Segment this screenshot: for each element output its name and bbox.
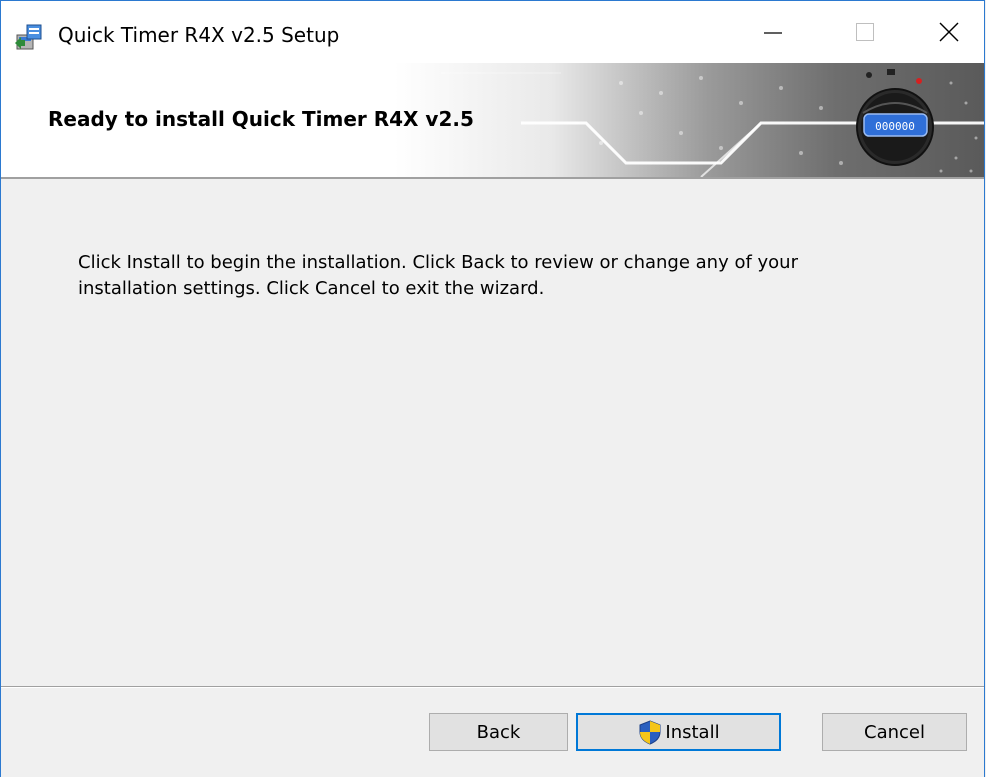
close-icon [939, 22, 959, 42]
title-bar[interactable]: Quick Timer R4X v2.5 Setup [1, 1, 984, 63]
svg-text:000000: 000000 [875, 120, 915, 133]
close-button[interactable] [903, 1, 984, 63]
install-button[interactable]: Install [576, 713, 781, 751]
instructions-line-2: installation settings. Click Cancel to e… [78, 278, 545, 299]
back-button[interactable]: Back [429, 713, 568, 751]
install-button-label: Install [665, 721, 720, 743]
minimize-icon [764, 32, 782, 34]
instructions-line-1: Click Install to begin the installation.… [78, 252, 798, 273]
stopwatch-icon: 000000 [856, 69, 934, 166]
instructions-text: Click Install to begin the installation.… [78, 250, 898, 302]
banner-divider [1, 177, 984, 179]
back-button-label: Back [476, 721, 521, 743]
footer-divider [1, 686, 984, 688]
installer-icon [15, 24, 42, 50]
header-banner: 000000 Ready to install Quick Timer R4X … [1, 63, 984, 177]
page-title: Ready to install Quick Timer R4X v2.5 [48, 107, 474, 131]
uac-shield-icon [639, 720, 661, 745]
window-title: Quick Timer R4X v2.5 Setup [58, 23, 340, 47]
cancel-button[interactable]: Cancel [822, 713, 967, 751]
maximize-button[interactable] [819, 1, 911, 63]
setup-window: Quick Timer R4X v2.5 Setup 000000 Ready … [0, 0, 985, 777]
minimize-button[interactable] [727, 1, 819, 63]
maximize-icon [856, 23, 874, 41]
cancel-button-label: Cancel [864, 721, 925, 743]
